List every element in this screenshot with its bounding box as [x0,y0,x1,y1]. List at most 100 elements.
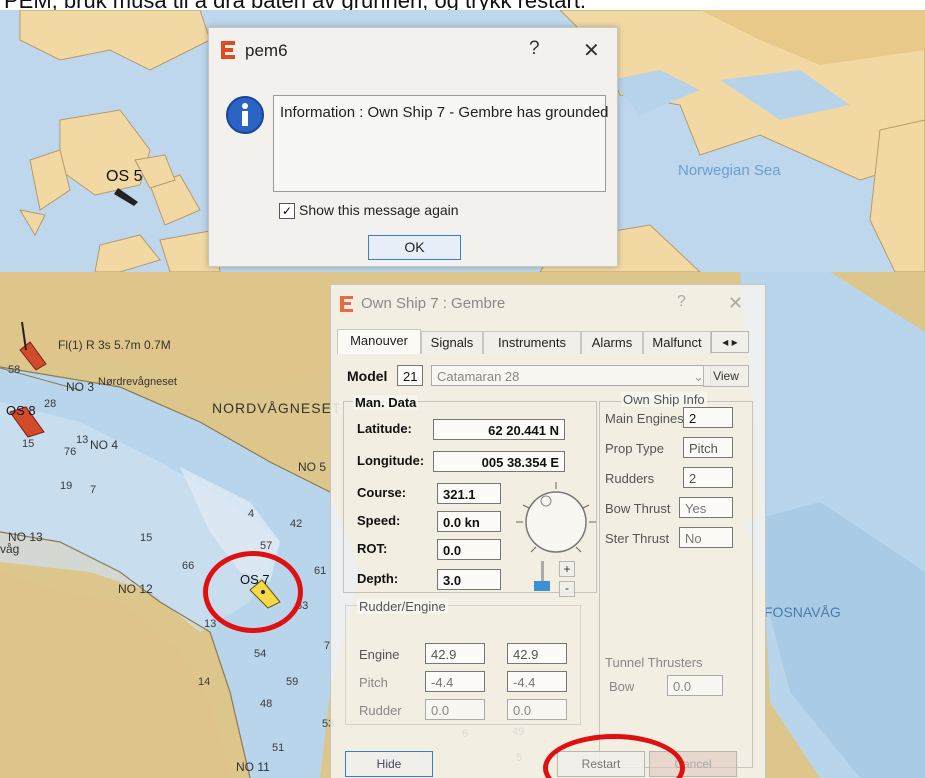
depth-sounding: 54 [254,648,267,660]
rudder-engine-title: Rudder/Engine [357,599,448,614]
depth-sounding: 66 [182,560,195,572]
course-label: Course: [357,485,407,500]
model-select[interactable]: Catamaran 28 ⌄ [431,365,711,386]
depth-sounding: 28 [44,398,57,410]
bow-thrust-label: Bow Thrust [605,501,671,516]
engine-port-field[interactable]: 42.9 [425,643,485,664]
tab-alarms[interactable]: Alarms [581,331,643,354]
rudder-stbd-field[interactable]: 0.0 [507,699,567,720]
engine-label: Engine [359,647,400,662]
main-engines-field[interactable]: 2 [683,407,733,428]
depth-sounding: 76 [64,446,77,458]
depth-sounding: 4 [248,508,255,520]
close-button[interactable]: ✕ [728,293,743,314]
own-ship-info-title: Own Ship Info [621,392,707,407]
highlight-ship-ring [203,551,303,633]
depth-sounding: 42 [290,518,303,530]
top-photo-chart: OS 5 Norwegian Sea pem6 ? ✕ Information … [0,10,925,272]
depth-sounding: 57 [260,540,273,552]
tab-scroll-arrows[interactable]: ◂ ▸ [711,331,749,353]
longitude-label: Longitude: [357,453,425,468]
tunnel-bow-field[interactable]: 0.0 [667,675,723,696]
depth-sounding: 15 [140,532,153,544]
throttle-track [541,561,544,583]
ster-thrust-field[interactable]: No [679,527,733,548]
close-button[interactable]: ✕ [583,38,600,63]
tunnel-bow-label: Bow [609,679,635,694]
dialog-title: pem6 [245,41,288,60]
rudders-field[interactable]: 2 [683,467,733,488]
speed-label: Speed: [357,513,401,528]
vag-label: våg [0,542,20,556]
depth-sounding: 7 [90,484,97,496]
nordvagneset-label: NORDVÅGNESET [212,400,342,416]
depth-sounding: 13 [204,618,217,630]
depth-label: Depth: [357,571,399,586]
depth-sounding: 15 [22,438,35,450]
man-data-label: Man. Data [353,395,419,410]
app-logo-icon [340,296,353,312]
bow-thrust-field[interactable]: Yes [679,497,733,518]
rudder-label: Rudder [359,703,402,718]
help-button[interactable]: ? [677,293,686,311]
os8-label[interactable]: OS 8 [6,403,36,418]
course-dial-knob[interactable] [511,477,601,567]
own-ship-window: Own Ship 7 : Gembre ? ✕ Manouver Signals… [330,284,766,778]
depth-field[interactable]: 3.0 [437,569,501,590]
rudders-label: Rudders [605,471,655,486]
depth-sounding: 19 [60,480,73,492]
no11-label: NO 11 [236,760,270,774]
prop-type-label: Prop Type [605,441,665,456]
app-logo-icon [221,41,235,59]
latitude-label: Latitude: [357,421,412,436]
tab-signals[interactable]: Signals [421,331,483,354]
latitude-field[interactable]: 62 20.441 N [433,419,565,440]
tab-malfunct[interactable]: Malfunct [643,331,711,354]
depth-sounding: 58 [8,364,21,376]
pitch-label: Pitch [359,675,388,690]
course-field[interactable]: 321.1 [437,483,501,504]
info-icon [226,96,264,134]
model-label: Model [347,368,388,384]
minus-button[interactable]: - [559,581,575,597]
nordrevagneset-label: Nørdrevågneset [98,376,177,388]
hide-button[interactable]: Hide [345,751,433,777]
help-button[interactable]: ? [529,38,540,60]
no12-label: NO 12 [118,582,153,596]
depth-sounding: 61 [314,565,327,577]
info-dialog: pem6 ? ✕ Information : Own Ship 7 - Gemb… [208,27,618,267]
view-button[interactable]: View [703,365,749,387]
longitude-field[interactable]: 005 38.354 E [433,451,565,472]
message-text: Information : Own Ship 7 - Gembre has gr… [280,104,609,121]
main-engines-label: Main Engines [605,411,684,426]
no5-label: NO 5 [298,460,327,474]
show-again-label: Show this message again [299,202,459,218]
show-again-checkbox[interactable]: ✓ [279,203,295,219]
no4-label: NO 4 [90,438,119,452]
model-number-field[interactable]: 21 [397,365,423,386]
rot-label: ROT: [357,541,388,556]
model-name: Catamaran 28 [437,369,520,384]
tunnel-thrusters-title: Tunnel Thrusters [605,655,703,670]
bottom-photo-chart: Fl(1) R 3s 5.7m 0.7M NO 3 Nørdrevågneset… [0,272,925,778]
ster-thrust-label: Ster Thrust [605,531,670,546]
plus-button[interactable]: + [559,561,575,577]
speed-field[interactable]: 0.0 kn [437,511,501,532]
depth-sounding: 48 [260,698,273,710]
rot-field[interactable]: 0.0 [437,539,501,560]
os5-label[interactable]: OS 5 [106,168,142,186]
tab-instruments[interactable]: Instruments [483,331,581,354]
rudder-port-field[interactable]: 0.0 [425,699,485,720]
depth-sounding: 13 [76,434,89,446]
ok-button[interactable]: OK [368,235,461,260]
throttle-handle[interactable] [534,581,550,591]
prop-type-field[interactable]: Pitch [683,437,733,458]
norwegian-sea-label: Norwegian Sea [678,162,781,179]
message-box: Information : Own Ship 7 - Gembre has gr… [273,95,609,192]
engine-stbd-field[interactable]: 42.9 [507,643,567,664]
pitch-stbd-field[interactable]: -4.4 [507,671,567,692]
pitch-port-field[interactable]: -4.4 [425,671,485,692]
tab-manouver[interactable]: Manouver [337,329,421,354]
depth-sounding: 59 [286,676,299,688]
fosnavag-label: FOSNAVÅG [764,604,841,620]
